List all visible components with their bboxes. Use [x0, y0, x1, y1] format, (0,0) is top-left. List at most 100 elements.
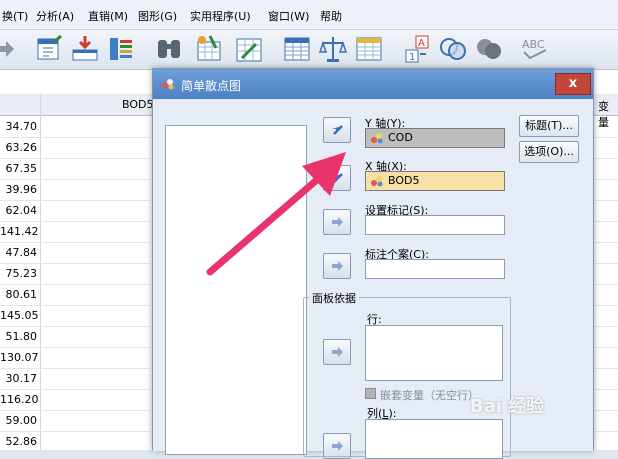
source-variable-list[interactable] [165, 125, 307, 455]
menu-direct-marketing[interactable]: 直销(M) [88, 8, 128, 24]
table-cell[interactable]: 47.84 [0, 242, 40, 264]
row-divider [40, 284, 150, 285]
set-markers-field[interactable] [365, 215, 505, 235]
row-divider [40, 263, 150, 264]
row-divider [40, 221, 150, 222]
table-cell[interactable]: 34.70 [0, 116, 40, 138]
row-divider [592, 347, 618, 348]
nest-variables-label: 嵌套变量（无空行） [380, 389, 479, 402]
dialog-title: 简单散点图 [181, 79, 242, 93]
menu-utilities[interactable]: 实用程序(U) [190, 8, 251, 24]
table-cell[interactable]: 67.35 [0, 158, 40, 180]
row-divider [40, 326, 150, 327]
row-divider [40, 389, 150, 390]
panel-by-title: 面板依据 [309, 290, 359, 306]
split-file-icon[interactable] [282, 34, 312, 64]
row-divider [592, 179, 618, 180]
y-axis-value: COD [388, 131, 413, 144]
row-divider [592, 305, 618, 306]
row-divider [592, 137, 618, 138]
menu-window[interactable]: 窗口(W) [268, 8, 309, 24]
row-divider [40, 410, 150, 411]
svg-text:A: A [418, 38, 425, 49]
nest-variables-checkbox[interactable] [365, 388, 376, 399]
column-header-variable[interactable]: 变量 [598, 98, 618, 130]
menu-help[interactable]: 帮助 [320, 8, 342, 24]
row-divider [40, 452, 150, 453]
value-labels-icon[interactable]: A1 [402, 34, 432, 64]
row-divider [40, 179, 150, 180]
insert-variable-icon[interactable] [234, 34, 264, 64]
table-cell[interactable]: 130.07 [0, 347, 40, 369]
select-cases-icon[interactable] [354, 34, 384, 64]
variable-icon [371, 176, 383, 187]
weight-cases-icon[interactable] [318, 34, 348, 64]
row-divider [592, 263, 618, 264]
menu-bar: 换(T) 分析(A) 直销(M) 图形(G) 实用程序(U) 窗口(W) 帮助 [0, 0, 618, 30]
goto-variable-icon[interactable] [70, 34, 100, 64]
table-cell[interactable]: 51.80 [0, 326, 40, 348]
table-cell[interactable]: 39.96 [0, 179, 40, 201]
columns-field[interactable] [365, 419, 503, 459]
row-divider [40, 158, 150, 159]
table-cell[interactable]: 59.00 [0, 410, 40, 432]
move-to-y-button[interactable] [323, 117, 351, 143]
table-cell[interactable]: 62.04 [0, 200, 40, 222]
y-axis-field[interactable]: COD [365, 128, 505, 148]
move-to-set-markers-button[interactable] [323, 209, 351, 235]
row-divider [40, 242, 150, 243]
row-divider [592, 452, 618, 453]
x-axis-value: BOD5 [388, 174, 420, 187]
insert-cases-icon[interactable] [194, 34, 224, 64]
table-cell[interactable]: 116.20 [0, 389, 40, 411]
table-cell[interactable]: 75.23 [0, 263, 40, 285]
table-cell[interactable]: 63.26 [0, 137, 40, 159]
find-icon[interactable] [154, 34, 184, 64]
row-divider [592, 158, 618, 159]
move-to-label-cases-button[interactable] [323, 253, 351, 279]
row-divider [40, 368, 150, 369]
toolbar: A1 ABC [0, 30, 618, 70]
rows-field[interactable] [365, 325, 503, 381]
close-icon[interactable]: x [555, 73, 591, 95]
table-cell[interactable]: 145.05 [0, 305, 40, 327]
dialog-titlebar[interactable]: 简单散点图 x [153, 69, 593, 99]
menu-analyze[interactable]: 分析(A) [36, 8, 74, 24]
menu-transform[interactable]: 换(T) [2, 8, 28, 24]
label-cases-field[interactable] [365, 259, 505, 279]
variable-icon [371, 133, 383, 144]
table-cell[interactable]: 80.61 [0, 284, 40, 306]
column-divider [40, 94, 41, 450]
menu-graphs[interactable]: 图形(G) [138, 8, 177, 24]
column-header-bod5[interactable]: BOD5 [122, 98, 153, 111]
titles-button[interactable]: 标题(T)... [519, 115, 579, 137]
move-arrow-icon [332, 261, 343, 271]
move-arrow-icon [332, 173, 343, 183]
move-arrow-icon [332, 217, 343, 227]
table-cell[interactable]: 141.42 [0, 221, 40, 243]
x-axis-field[interactable]: BOD5 [365, 171, 505, 191]
options-button[interactable]: 选项(O)... [519, 141, 579, 163]
row-divider [40, 137, 150, 138]
row-divider [592, 431, 618, 432]
svg-text:ABC: ABC [522, 38, 545, 51]
baidu-watermark: Bai 经验 [470, 396, 545, 417]
spell-check-icon[interactable]: ABC [520, 34, 550, 64]
recall-dialog-icon[interactable] [0, 34, 16, 64]
row-divider [592, 410, 618, 411]
table-cell[interactable]: 30.17 [0, 368, 40, 390]
svg-text:1: 1 [409, 52, 415, 63]
use-sets-icon[interactable] [438, 34, 468, 64]
move-to-x-button[interactable] [323, 165, 351, 191]
row-divider [592, 326, 618, 327]
show-all-icon[interactable] [474, 34, 504, 64]
row-divider [592, 368, 618, 369]
row-divider [592, 221, 618, 222]
move-arrow-icon [332, 125, 343, 135]
goto-case-icon[interactable] [34, 34, 64, 64]
row-divider [40, 347, 150, 348]
row-divider [40, 431, 150, 432]
variables-icon[interactable] [106, 34, 136, 64]
row-divider [40, 200, 150, 201]
row-divider [40, 305, 150, 306]
